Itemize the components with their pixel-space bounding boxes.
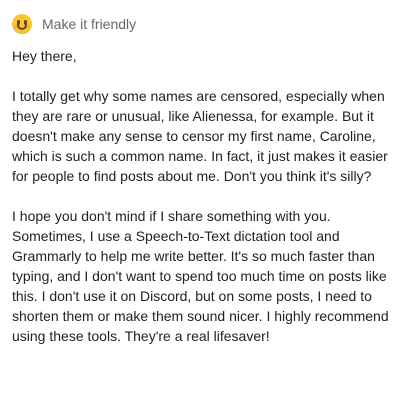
suggestion-text: Hey there, I totally get why some names … xyxy=(12,46,397,346)
rewrite-suggestion-card: Make it friendly Hey there, I totally ge… xyxy=(0,0,407,413)
suggestion-header: Make it friendly xyxy=(12,12,397,36)
message-paragraph-2: I hope you don't mind if I share somethi… xyxy=(12,208,389,344)
message-greeting: Hey there, xyxy=(12,48,77,64)
emoji-mouth xyxy=(17,23,27,30)
suggestion-title: Make it friendly xyxy=(42,16,137,32)
message-paragraph-1: I totally get why some names are censore… xyxy=(12,88,388,184)
smiling-face-icon xyxy=(12,14,32,34)
